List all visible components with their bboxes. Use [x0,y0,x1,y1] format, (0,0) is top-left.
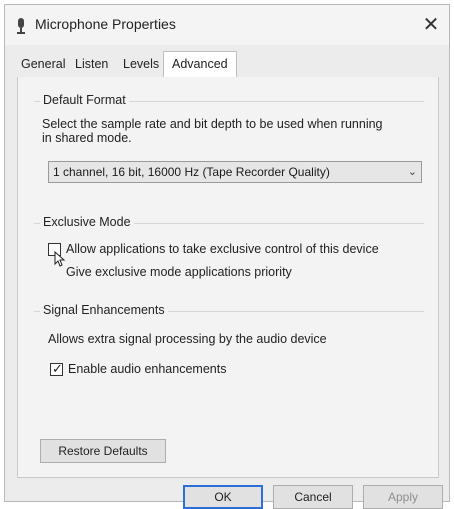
default-format-group: Default Format [34,93,424,107]
title-bar: Microphone Properties ✕ [5,5,449,45]
tab-levels[interactable]: Levels [119,55,163,73]
advanced-tab-panel: Default Format Select the sample rate an… [17,77,439,478]
cancel-button[interactable]: Cancel [273,485,353,509]
tab-advanced[interactable]: Advanced [163,51,237,77]
default-format-description-line2: in shared mode. [42,131,132,145]
mouse-pointer-icon [54,251,66,267]
close-icon: ✕ [422,14,440,36]
signal-enhancements-group: Signal Enhancements [34,303,424,317]
signal-enhancements-description: Allows extra signal processing by the au… [48,332,327,346]
enable-audio-enhancements-label[interactable]: Enable audio enhancements [68,362,226,376]
restore-defaults-button[interactable]: Restore Defaults [40,439,166,463]
default-format-description-line1: Select the sample rate and bit depth to … [42,117,383,131]
exclusive-mode-heading: Exclusive Mode [40,215,134,229]
exclusive-mode-group: Exclusive Mode [34,215,424,229]
sample-rate-dropdown[interactable]: 1 channel, 16 bit, 16000 Hz (Tape Record… [48,161,422,183]
tab-general[interactable]: General [17,55,69,73]
tab-listen[interactable]: Listen [71,55,112,73]
sample-rate-selected-value: 1 channel, 16 bit, 16000 Hz (Tape Record… [53,165,330,179]
allow-exclusive-control-label[interactable]: Allow applications to take exclusive con… [66,242,379,256]
chevron-down-icon: ⌄ [407,166,417,178]
signal-enhancements-heading: Signal Enhancements [40,303,168,317]
window-title: Microphone Properties [35,16,176,32]
microphone-properties-dialog: Microphone Properties ✕ General Listen L… [4,4,450,509]
microphone-icon [17,18,25,34]
tab-strip: General Listen Levels Advanced [17,51,437,78]
close-button[interactable]: ✕ [417,11,445,39]
checkmark-icon: ✓ [52,361,63,376]
apply-button[interactable]: Apply [363,485,443,509]
ok-button[interactable]: OK [183,485,263,509]
exclusive-priority-label: Give exclusive mode applications priorit… [66,265,292,279]
enable-audio-enhancements-checkbox[interactable]: ✓ [50,361,63,376]
default-format-heading: Default Format [40,93,129,107]
